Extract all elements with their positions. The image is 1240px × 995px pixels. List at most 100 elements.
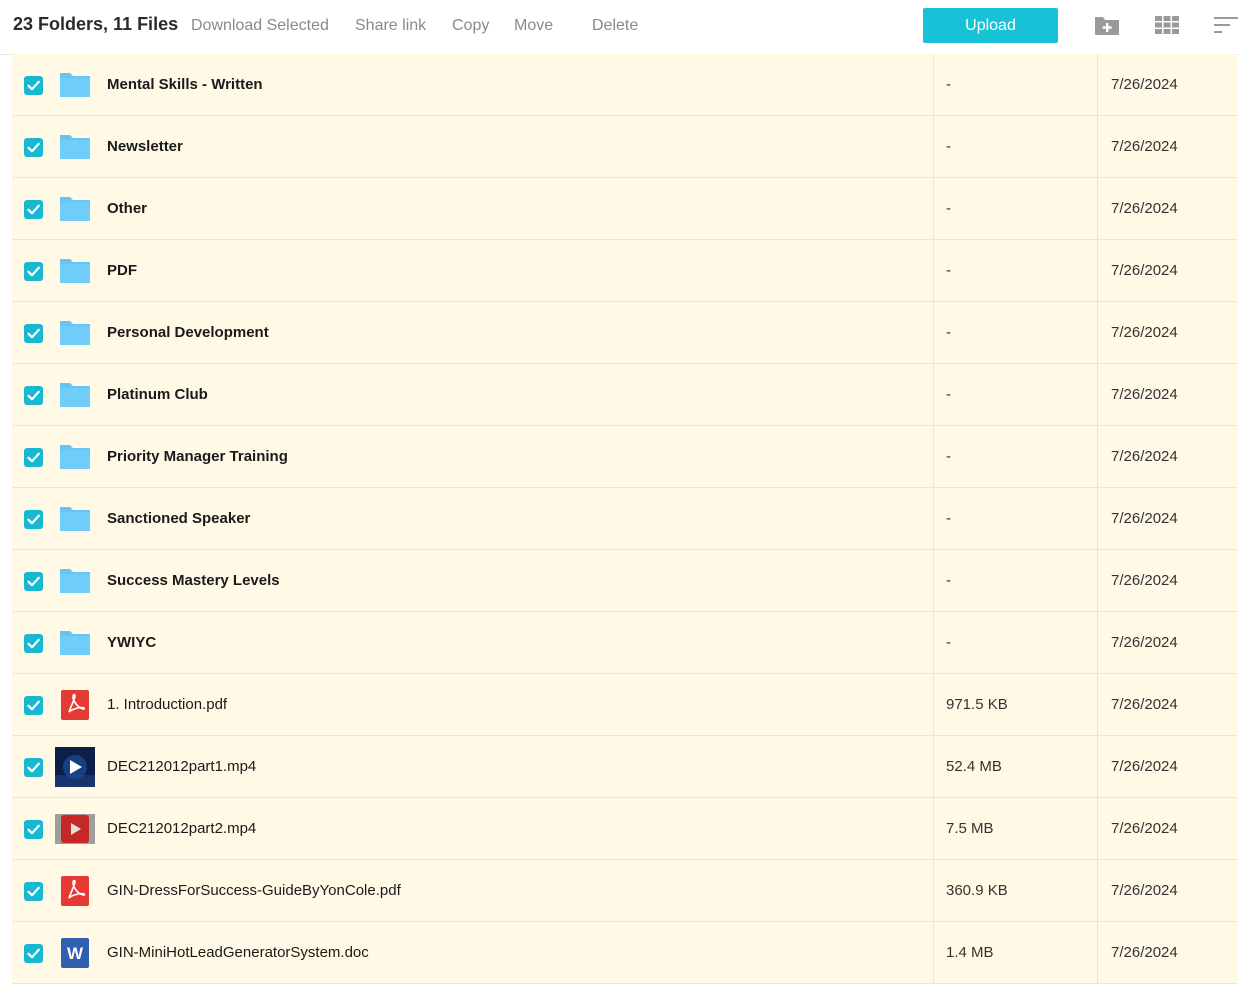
select-checkbox[interactable] bbox=[24, 634, 43, 653]
column-divider bbox=[1097, 302, 1098, 363]
column-divider bbox=[933, 674, 934, 735]
item-name[interactable]: GIN-MiniHotLeadGeneratorSystem.doc bbox=[107, 944, 369, 961]
item-name[interactable]: Personal Development bbox=[107, 324, 269, 341]
select-checkbox[interactable] bbox=[24, 572, 43, 591]
list-item[interactable]: DEC212012part2.mp4 7.5 MB 7/26/2024 bbox=[12, 798, 1237, 860]
delete-button[interactable]: Delete bbox=[592, 17, 638, 35]
list-item[interactable]: Platinum Club - 7/26/2024 bbox=[12, 364, 1237, 426]
list-item[interactable]: DEC212012part1.mp4 52.4 MB 7/26/2024 bbox=[12, 736, 1237, 798]
column-divider bbox=[933, 54, 934, 115]
item-size: 7.5 MB bbox=[946, 820, 994, 837]
item-name[interactable]: Mental Skills - Written bbox=[107, 76, 263, 93]
item-name[interactable]: Sanctioned Speaker bbox=[107, 510, 250, 527]
checkmark-icon bbox=[27, 886, 40, 897]
list-item[interactable]: 1. Introduction.pdf 971.5 KB 7/26/2024 bbox=[12, 674, 1237, 736]
item-size: - bbox=[946, 138, 951, 155]
checkmark-icon bbox=[27, 638, 40, 649]
column-divider bbox=[1097, 612, 1098, 673]
item-size: 971.5 KB bbox=[946, 696, 1008, 713]
item-size: - bbox=[946, 572, 951, 589]
item-date: 7/26/2024 bbox=[1111, 572, 1178, 589]
list-item[interactable]: Newsletter - 7/26/2024 bbox=[12, 116, 1237, 178]
item-name[interactable]: DEC212012part2.mp4 bbox=[107, 820, 256, 837]
select-checkbox[interactable] bbox=[24, 200, 43, 219]
pdf-file-icon bbox=[55, 690, 95, 720]
select-checkbox[interactable] bbox=[24, 386, 43, 405]
sort-icon[interactable] bbox=[1213, 13, 1239, 37]
list-item[interactable]: PDF - 7/26/2024 bbox=[12, 240, 1237, 302]
checkmark-icon bbox=[27, 452, 40, 463]
select-checkbox[interactable] bbox=[24, 758, 43, 777]
item-date: 7/26/2024 bbox=[1111, 138, 1178, 155]
item-name[interactable]: Newsletter bbox=[107, 138, 183, 155]
list-item[interactable]: Sanctioned Speaker - 7/26/2024 bbox=[12, 488, 1237, 550]
item-date: 7/26/2024 bbox=[1111, 76, 1178, 93]
select-checkbox[interactable] bbox=[24, 944, 43, 963]
item-name[interactable]: Priority Manager Training bbox=[107, 448, 288, 465]
column-divider bbox=[933, 178, 934, 239]
select-checkbox[interactable] bbox=[24, 696, 43, 715]
item-name[interactable]: Success Mastery Levels bbox=[107, 572, 280, 589]
select-checkbox[interactable] bbox=[24, 262, 43, 281]
folder-icon bbox=[55, 70, 95, 100]
file-list: Mental Skills - Written -7/26/2024 Newslet… bbox=[12, 54, 1237, 984]
checkmark-icon bbox=[27, 514, 40, 525]
pdf-file-icon bbox=[55, 876, 95, 906]
list-item[interactable]: Priority Manager Training - 7/26/2024 bbox=[12, 426, 1237, 488]
item-size: - bbox=[946, 510, 951, 527]
item-date: 7/26/2024 bbox=[1111, 448, 1178, 465]
column-divider bbox=[1097, 240, 1098, 301]
column-divider bbox=[933, 922, 934, 983]
item-name[interactable]: Platinum Club bbox=[107, 386, 208, 403]
move-button[interactable]: Move bbox=[514, 17, 553, 35]
select-checkbox[interactable] bbox=[24, 448, 43, 467]
checkmark-icon bbox=[27, 390, 40, 401]
upload-button[interactable]: Upload bbox=[923, 8, 1058, 43]
checkmark-icon bbox=[27, 824, 40, 835]
list-item[interactable]: Success Mastery Levels - 7/26/2024 bbox=[12, 550, 1237, 612]
item-size: - bbox=[946, 634, 951, 651]
word-doc-icon: W bbox=[55, 938, 95, 968]
select-checkbox[interactable] bbox=[24, 510, 43, 529]
item-size: 360.9 KB bbox=[946, 882, 1008, 899]
list-item[interactable]: Mental Skills - Written - 7/26/2024 bbox=[12, 54, 1237, 116]
checkmark-icon bbox=[27, 204, 40, 215]
grid-view-icon[interactable] bbox=[1154, 13, 1180, 37]
video-thumbnail-icon bbox=[55, 747, 95, 787]
item-date: 7/26/2024 bbox=[1111, 510, 1178, 527]
list-item[interactable]: W GIN-MiniHotLeadGeneratorSystem.doc 1.4 M… bbox=[12, 922, 1237, 984]
item-size: 1.4 MB bbox=[946, 944, 994, 961]
item-name[interactable]: PDF bbox=[107, 262, 137, 279]
column-divider bbox=[933, 798, 934, 859]
select-checkbox[interactable] bbox=[24, 882, 43, 901]
item-size: - bbox=[946, 200, 951, 217]
folder-icon bbox=[55, 628, 95, 658]
column-divider bbox=[933, 550, 934, 611]
new-folder-icon[interactable] bbox=[1094, 13, 1120, 37]
select-checkbox[interactable] bbox=[24, 324, 43, 343]
item-date: 7/26/2024 bbox=[1111, 944, 1178, 961]
folder-icon bbox=[55, 380, 95, 410]
select-checkbox[interactable] bbox=[24, 138, 43, 157]
item-date: 7/26/2024 bbox=[1111, 820, 1178, 837]
share-link-button[interactable]: Share link bbox=[355, 17, 426, 35]
list-item[interactable]: Personal Development - 7/26/2024 bbox=[12, 302, 1237, 364]
item-name[interactable]: DEC212012part1.mp4 bbox=[107, 758, 256, 775]
checkmark-icon bbox=[27, 700, 40, 711]
item-date: 7/26/2024 bbox=[1111, 200, 1178, 217]
column-divider bbox=[1097, 178, 1098, 239]
item-name[interactable]: 1. Introduction.pdf bbox=[107, 696, 227, 713]
download-selected-button[interactable]: Download Selected bbox=[191, 17, 329, 35]
item-name[interactable]: GIN-DressForSuccess-GuideByYonCole.pdf bbox=[107, 882, 401, 899]
item-name[interactable]: YWIYC bbox=[107, 634, 156, 651]
list-item[interactable]: YWIYC - 7/26/2024 bbox=[12, 612, 1237, 674]
copy-button[interactable]: Copy bbox=[452, 17, 489, 35]
list-item[interactable]: Other - 7/26/2024 bbox=[12, 178, 1237, 240]
select-checkbox[interactable] bbox=[24, 820, 43, 839]
checkmark-icon bbox=[27, 142, 40, 153]
column-divider bbox=[933, 612, 934, 673]
list-item[interactable]: GIN-DressForSuccess-GuideByYonCole.pdf 36… bbox=[12, 860, 1237, 922]
select-checkbox[interactable] bbox=[24, 76, 43, 95]
item-name[interactable]: Other bbox=[107, 200, 147, 217]
column-divider bbox=[1097, 364, 1098, 425]
